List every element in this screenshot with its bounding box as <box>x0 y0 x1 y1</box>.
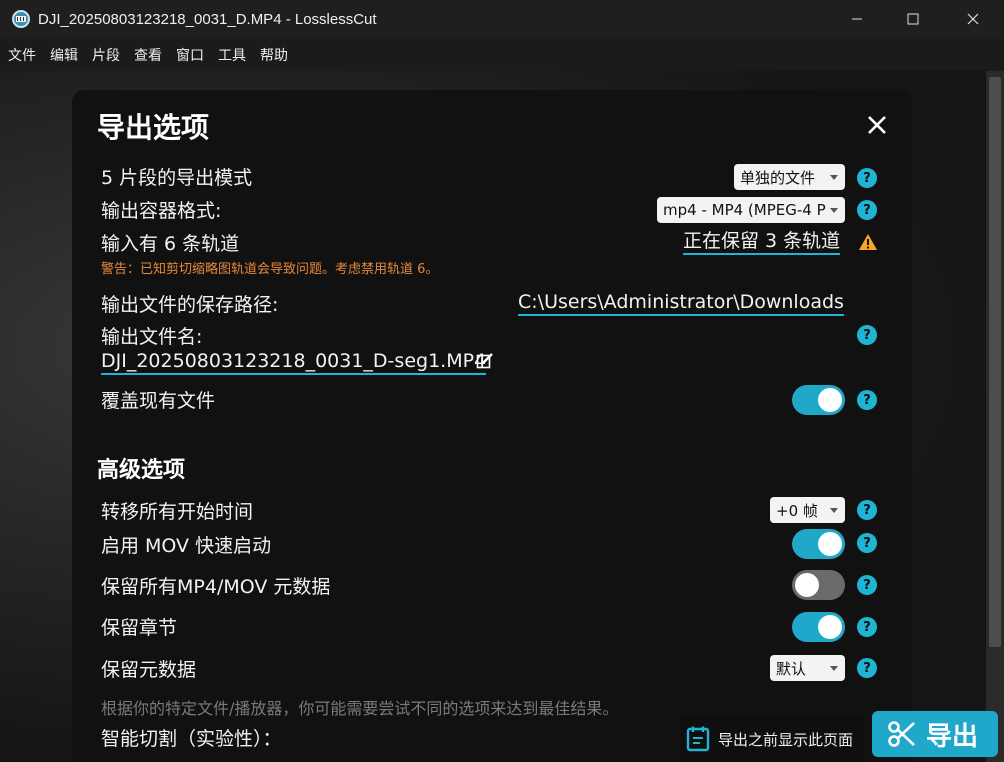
close-icon <box>868 116 886 134</box>
overwrite-toggle[interactable] <box>792 385 845 415</box>
help-icon[interactable]: ? <box>857 658 877 678</box>
advanced-section-title: 高级选项 <box>97 458 186 483</box>
help-icon[interactable]: ? <box>857 617 877 637</box>
toggle-knob <box>795 573 819 597</box>
keep-chapters-label: 保留章节 <box>101 617 178 639</box>
document-icon <box>686 726 710 752</box>
scissors-icon <box>888 721 915 747</box>
chevron-down-icon <box>830 175 838 180</box>
smart-cut-label: 智能切割（实验性）： <box>101 728 282 750</box>
shift-start-label: 转移所有开始时间 <box>101 501 254 523</box>
toggle-knob <box>818 615 842 639</box>
export-mode-value: 单独的文件 <box>740 168 816 187</box>
export-button-label: 导出 <box>926 721 979 752</box>
close-icon <box>967 13 979 25</box>
tracks-warning: 警告：已知剪切缩略图轨道会导致问题。考虑禁用轨道 6。 <box>101 262 439 277</box>
menu-edit[interactable]: 编辑 <box>50 45 78 65</box>
menu-bar: 文件 编辑 片段 查看 窗口 工具 帮助 <box>0 38 1004 71</box>
help-icon[interactable]: ? <box>857 390 877 410</box>
app-icon <box>12 10 30 28</box>
menu-window[interactable]: 窗口 <box>176 45 204 65</box>
mov-faststart-toggle[interactable] <box>792 529 845 559</box>
help-icon[interactable]: ? <box>857 575 877 595</box>
shift-start-value: +0 帧 <box>776 501 818 520</box>
keep-mp4-meta-toggle[interactable] <box>792 570 845 600</box>
maximize-button[interactable] <box>888 0 938 38</box>
minimize-button[interactable] <box>832 0 882 38</box>
overwrite-label: 覆盖现有文件 <box>101 390 216 412</box>
container-format-value: mp4 - MP4 (MPEG-4 P <box>663 201 826 219</box>
show-before-export-label: 导出之前显示此页面 <box>718 730 854 749</box>
toggle-knob <box>818 532 842 556</box>
warning-icon <box>858 233 878 255</box>
window-close-button[interactable] <box>948 0 998 38</box>
export-button[interactable]: 导出 <box>872 711 998 757</box>
keep-chapters-toggle[interactable] <box>792 612 845 642</box>
maximize-icon <box>907 13 919 25</box>
help-icon[interactable]: ? <box>857 200 877 220</box>
keep-metadata-label: 保留元数据 <box>101 659 197 681</box>
scrollbar[interactable] <box>986 71 1004 762</box>
help-icon[interactable]: ? <box>857 533 877 553</box>
menu-help[interactable]: 帮助 <box>260 45 288 65</box>
options-hint: 根据你的特定文件/播放器，你可能需要尝试不同的选项来达到最佳结果。 <box>101 699 619 718</box>
help-icon[interactable]: ? <box>857 500 877 520</box>
export-options-dialog: 导出选项 5 片段的导出模式 单独的文件 ? 输出容器格式: mp4 - MP4… <box>72 90 912 762</box>
container-format-select[interactable]: mp4 - MP4 (MPEG-4 P <box>657 197 845 223</box>
output-path-label: 输出文件的保存路径: <box>101 294 279 316</box>
dialog-title: 导出选项 <box>97 111 210 144</box>
scrollbar-thumb[interactable] <box>989 77 1001 647</box>
kept-tracks-link[interactable]: 正在保留 3 条轨道 <box>683 229 841 255</box>
dialog-close-button[interactable] <box>864 112 890 138</box>
edit-icon[interactable] <box>476 352 494 374</box>
title-bar: DJI_20250803123218_0031_D.MP4 - Lossless… <box>0 0 1004 38</box>
toggle-knob <box>818 388 842 412</box>
menu-segment[interactable]: 片段 <box>92 45 120 65</box>
export-mode-select[interactable]: 单独的文件 <box>734 164 845 190</box>
help-icon[interactable]: ? <box>857 325 877 345</box>
window-title: DJI_20250803123218_0031_D.MP4 - Lossless… <box>38 10 377 28</box>
minimize-icon <box>852 18 862 20</box>
menu-file[interactable]: 文件 <box>8 45 36 65</box>
output-name-label: 输出文件名: <box>101 326 203 348</box>
shift-start-select[interactable]: +0 帧 <box>770 497 845 523</box>
menu-tools[interactable]: 工具 <box>218 45 246 65</box>
chevron-down-icon <box>830 508 838 513</box>
container-format-label: 输出容器格式: <box>101 200 222 222</box>
tracks-label: 输入有 6 条轨道 <box>101 233 240 255</box>
menu-view[interactable]: 查看 <box>134 45 162 65</box>
keep-mp4-meta-label: 保留所有MP4/MOV 元数据 <box>101 576 331 598</box>
chevron-down-icon <box>830 208 838 213</box>
export-mode-label: 5 片段的导出模式 <box>101 167 253 189</box>
help-icon[interactable]: ? <box>857 168 877 188</box>
chevron-down-icon <box>830 666 838 671</box>
show-before-export-toggle[interactable]: 导出之前显示此页面 <box>680 716 866 762</box>
mov-faststart-label: 启用 MOV 快速启动 <box>101 535 272 557</box>
output-path-link[interactable]: C:\Users\Administrator\Downloads <box>518 290 844 316</box>
keep-metadata-value: 默认 <box>776 659 807 678</box>
keep-metadata-select[interactable]: 默认 <box>770 655 845 681</box>
output-name-link[interactable]: DJI_20250803123218_0031_D-seg1.MP4 <box>101 349 487 375</box>
